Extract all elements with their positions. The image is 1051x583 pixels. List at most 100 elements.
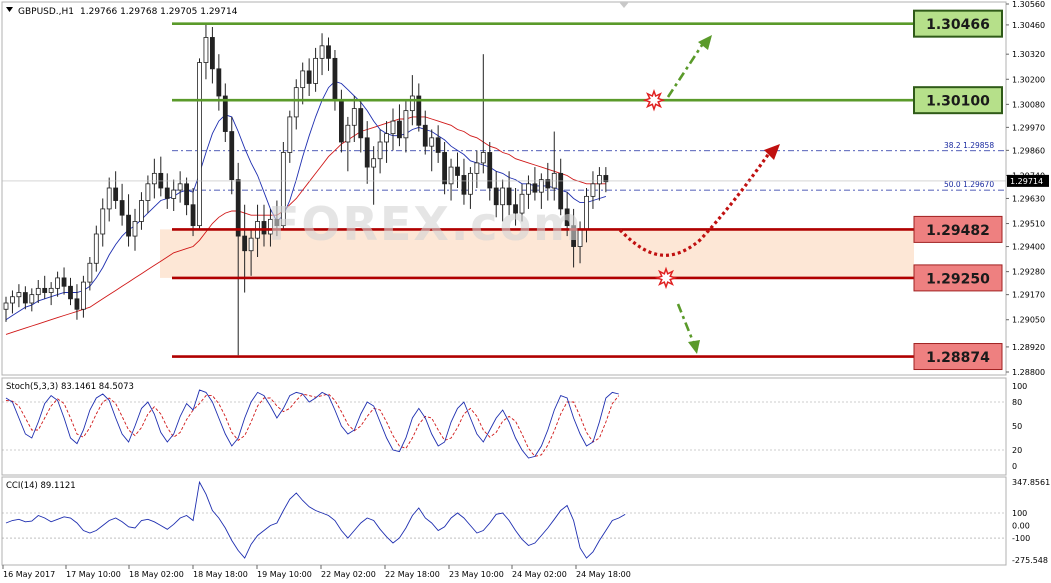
candle-bear-body (209, 37, 215, 70)
candle-bull-body (480, 152, 486, 164)
stoch-axis-tick-label: 80 (1012, 398, 1022, 407)
candle-bull-body (597, 175, 602, 185)
fib-label-38.2: 38.2 1.29858 (944, 141, 994, 150)
candle-bull-body (55, 277, 60, 289)
breakout-star-icon (642, 88, 666, 112)
candle-bear-body (190, 204, 196, 227)
fib-label-50.0: 50.0 1.29670 (944, 180, 994, 189)
price-axis-tick-label: 1.29050 (1012, 316, 1045, 325)
time-axis-tick-label: 19 May 10:00 (257, 570, 312, 579)
breakdown-star-icon (654, 266, 678, 290)
cci-label: CCI(14) 89.1121 (6, 481, 76, 491)
candle-bear-body (235, 179, 241, 237)
cci-axis-tick-label: -100 (1012, 534, 1030, 543)
level-label-1.30466: 1.30466 (926, 17, 990, 33)
candle-bull-body (467, 172, 473, 195)
price-axis-tick-label: 1.29860 (1012, 146, 1045, 155)
candle-bear-body (306, 70, 312, 84)
candle-bull-body (319, 45, 325, 59)
candle-bull-body (300, 70, 306, 89)
candle-bull-body (10, 296, 15, 304)
price-axis-tick-label: 1.29970 (1012, 123, 1045, 132)
time-axis-tick-label: 18 May 18:00 (193, 570, 248, 579)
chart-header-symbol: GBPUSD.,H1 (18, 7, 74, 17)
price-axis-tick-label: 1.28800 (1012, 368, 1045, 377)
cci-axis-tick-label: -275.548 (1012, 556, 1048, 565)
time-axis-tick-label: 16 May 2017 (3, 570, 55, 579)
time-axis-tick-label: 24 May 18:00 (576, 570, 631, 579)
price-axis-tick-label: 1.30200 (1012, 75, 1045, 84)
candle-bull-body (106, 187, 112, 210)
candle-bear-body (487, 152, 493, 189)
candle-bear-body (164, 187, 170, 199)
candle-bear-body (42, 287, 48, 293)
candle-bear-body (442, 152, 448, 185)
candle-bull-body (87, 262, 93, 283)
time-axis-tick-label: 22 May 18:00 (385, 570, 440, 579)
candle-bear-body (229, 131, 235, 181)
candle-bull-body (93, 233, 99, 264)
price-axis-tick-label: 1.30320 (1012, 50, 1045, 59)
time-axis-tick-label: 23 May 10:00 (449, 570, 504, 579)
candle-bull-body (48, 287, 54, 293)
time-axis-tick-label: 24 May 02:00 (512, 570, 567, 579)
candle-bull-body (35, 287, 41, 296)
candle-bull-body (384, 133, 389, 143)
candle-bull-body (313, 57, 319, 84)
candle (197, 58, 202, 230)
candle-bear-body (326, 45, 331, 59)
candle-bull-body (409, 95, 415, 112)
candle-bull-body (151, 172, 157, 185)
candle-bull-body (139, 200, 144, 222)
candle-bear-body (22, 292, 28, 304)
candle-bull-body (403, 110, 409, 139)
candle-bull-body (197, 62, 202, 227)
price-axis-tick-label: 1.30080 (1012, 100, 1045, 109)
price-axis-tick-label: 1.30560 (1012, 0, 1045, 9)
current-price-label: 1.29714 (1010, 177, 1043, 186)
candle-bear-body (119, 200, 125, 216)
candle-bull-body (287, 116, 293, 153)
candle-bull-body (177, 183, 183, 191)
candle-bull-body (429, 137, 435, 147)
price-axis-tick-label: 1.28920 (1012, 343, 1045, 352)
price-axis-tick-label: 1.30460 (1012, 21, 1045, 30)
candle-bull-body (351, 108, 357, 126)
candle-bear-body (397, 120, 402, 139)
stoch-panel-frame (1, 377, 1007, 476)
watermark: FOREX.com (268, 197, 583, 251)
candle-bull-body (345, 124, 351, 143)
candle-bull-body (293, 87, 299, 118)
trading-chart: 38.2 1.29858 50.0 1.29670 1.30466 1.30100 1… (1, 0, 1050, 579)
cci-axis-tick-label: 0.00 (1012, 522, 1030, 531)
candle-bull-body (248, 237, 254, 252)
price-axis-tick-label: 1.29630 (1012, 194, 1045, 203)
candle-bull-body (590, 183, 596, 197)
stoch-axis-tick-label: 100 (1012, 382, 1027, 391)
candle-bear-body (422, 124, 428, 147)
time-axis-tick-label: 17 May 10:00 (66, 570, 121, 579)
candle-bull-body (448, 166, 454, 185)
candle-bull-body (81, 281, 86, 310)
cci-axis-tick-label: 347.8561 (1012, 478, 1050, 487)
cci-axis-tick-label: 100 (1012, 509, 1027, 518)
stoch-axis-tick-label: 50 (1012, 422, 1022, 431)
stoch-label: Stoch(5,3,3) 83.1461 84.5073 (6, 382, 134, 392)
candle-bear-body (358, 108, 364, 139)
candle-bull-body (474, 162, 480, 174)
candle-bull-body (100, 208, 106, 235)
candle-bear-body (113, 187, 119, 201)
candle-bear-body (184, 183, 190, 206)
candle-bear-body (455, 166, 460, 176)
level-label-1.28874: 1.28874 (926, 350, 990, 366)
candle-bear-body (532, 183, 538, 193)
candle-bear-body (461, 175, 467, 195)
price-axis-tick-label: 1.29510 (1012, 220, 1045, 229)
candle-bear-body (126, 214, 131, 237)
candle-bull-body (584, 195, 589, 231)
candle-bear-body (68, 285, 73, 300)
candle-bull-body (29, 294, 35, 304)
candle-bull-body (538, 179, 544, 193)
stoch-axis-tick-label: 0 (1012, 462, 1017, 471)
price-axis-tick-label: 1.29280 (1012, 268, 1045, 277)
